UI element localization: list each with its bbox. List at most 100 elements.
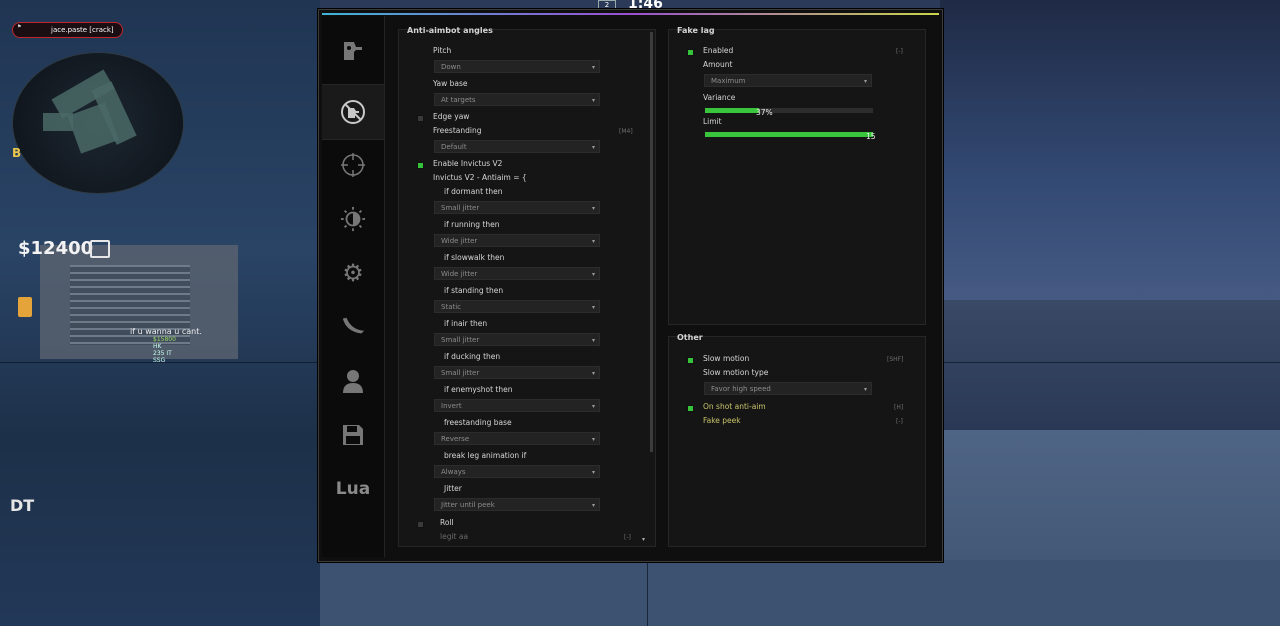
slow-motion-hotkey[interactable]: [SHF] — [887, 356, 903, 363]
players-icon — [340, 368, 366, 394]
fake-peek-hotkey[interactable]: [-] — [896, 418, 903, 425]
pitch-dropdown[interactable]: Down — [434, 60, 600, 74]
condition-dropdown[interactable]: Static — [434, 300, 600, 314]
tab-players[interactable] — [322, 354, 384, 408]
chat-message: if u wanna u cant. — [130, 327, 202, 336]
clan-tag-icon: ⚑ — [17, 24, 22, 30]
condition-label: if inair then — [444, 319, 488, 328]
player-name: jace.paste [crack] — [51, 26, 114, 34]
stat-health: 235 IT — [153, 350, 172, 357]
freestanding-hotkey[interactable]: [M4] — [619, 128, 633, 135]
edge-yaw-label: Edge yaw — [433, 112, 470, 121]
condition-dropdown[interactable]: Wide jitter — [434, 267, 600, 281]
variance-value: 37% — [756, 108, 773, 117]
condition-label: if slowwalk then — [444, 253, 505, 262]
lua-tab-label: Lua — [335, 479, 371, 499]
fakelag-enabled-checkbox[interactable] — [687, 49, 694, 56]
game-background-wall — [940, 300, 1280, 430]
condition-label: Jitter — [444, 484, 462, 493]
amount-dropdown[interactable]: Maximum — [704, 74, 872, 88]
tab-lua[interactable]: Lua — [322, 462, 384, 516]
other-title: Other — [677, 333, 703, 342]
doubletap-indicator: DT — [10, 496, 35, 515]
buy-cart-icon — [90, 240, 110, 258]
slow-motion-label: Slow motion — [703, 354, 750, 363]
misc-gears-icon: ⚙ — [342, 259, 364, 287]
on-shot-aa-checkbox[interactable] — [687, 405, 694, 412]
game-background-ground — [320, 560, 1280, 626]
slow-motion-type-dropdown[interactable]: Favor high speed — [704, 382, 872, 396]
crosshair-vertical — [647, 555, 648, 626]
antiaim-scrollbar[interactable] — [650, 32, 653, 452]
limit-label: Limit — [703, 117, 722, 126]
tab-config[interactable] — [322, 408, 384, 462]
knife-skins-icon — [340, 314, 366, 340]
config-save-icon — [340, 422, 366, 448]
roll-checkbox[interactable] — [417, 521, 424, 528]
money-counter: $12400 — [18, 238, 94, 259]
fakelag-enabled-label: Enabled — [703, 46, 734, 55]
condition-dropdown[interactable]: Jitter until peek — [434, 498, 600, 512]
anti-aim-icon — [340, 99, 366, 125]
bomb-icon — [18, 297, 32, 317]
condition-dropdown[interactable]: Small jitter — [434, 333, 600, 347]
condition-dropdown[interactable]: Small jitter — [434, 366, 600, 380]
condition-label: if standing then — [444, 286, 504, 295]
menu-accent-bar — [322, 13, 939, 15]
cheat-menu-window[interactable]: ⚙ Lua Anti-aimbot angles Pitch Down Yaw … — [318, 9, 943, 562]
slow-motion-type-label: Slow motion type — [703, 368, 769, 377]
player-stats: $15800 HK 235 IT SSG — [153, 336, 176, 364]
condition-dropdown[interactable]: Always — [434, 465, 600, 479]
pitch-label: Pitch — [433, 46, 452, 55]
on-shot-aa-label: On shot anti-aim — [703, 402, 766, 411]
freestanding-label: Freestanding — [433, 126, 482, 135]
limit-value: 15 — [866, 132, 876, 141]
tab-legit[interactable] — [322, 138, 384, 192]
crosshair-icon — [340, 152, 366, 178]
antiaim-title: Anti-aimbot angles — [407, 26, 493, 35]
condition-label: if running then — [444, 220, 500, 229]
stat-money: $15800 — [153, 336, 176, 343]
amount-label: Amount — [703, 60, 733, 69]
enable-invictus-label: Enable Invictus V2 — [433, 159, 503, 168]
freestanding-dropdown[interactable]: Default — [434, 140, 600, 154]
condition-dropdown[interactable]: Small jitter — [434, 201, 600, 215]
radar-minimap — [12, 52, 184, 194]
tab-rage[interactable] — [322, 24, 384, 78]
scroll-down-icon[interactable]: ▾ — [642, 536, 645, 543]
legit-aa-hotkey[interactable]: [-] — [624, 534, 631, 541]
stat-weapon: SSG — [153, 357, 166, 364]
tab-anti-aim[interactable] — [322, 84, 384, 140]
tab-skins[interactable] — [322, 300, 384, 354]
variance-fill — [705, 108, 759, 113]
condition-label: if enemyshot then — [444, 385, 513, 394]
player-nameplate: ⚑ jace.paste [crack] — [12, 22, 123, 38]
fake-peek-label: Fake peek — [703, 416, 741, 425]
condition-dropdown[interactable]: Reverse — [434, 432, 600, 446]
yaw-base-dropdown[interactable]: At targets — [434, 93, 600, 107]
bombsite-label: B — [12, 146, 22, 160]
roll-label: Roll — [440, 518, 454, 527]
condition-dropdown[interactable]: Invert — [434, 399, 600, 413]
fakelag-enabled-hotkey[interactable]: [-] — [896, 48, 903, 55]
slow-motion-checkbox[interactable] — [687, 357, 694, 364]
fakelag-title: Fake lag — [677, 26, 715, 35]
limit-fill — [705, 132, 873, 137]
condition-label: freestanding base — [444, 418, 512, 427]
condition-dropdown[interactable]: Wide jitter — [434, 234, 600, 248]
game-background-sky — [940, 0, 1280, 330]
stat-hk: HK — [153, 343, 162, 350]
variance-slider[interactable] — [704, 107, 874, 114]
menu-sidebar: ⚙ Lua — [322, 16, 385, 557]
enable-invictus-checkbox[interactable] — [417, 162, 424, 169]
legit-aa-label: legit aa — [440, 532, 469, 541]
rage-head-icon — [340, 38, 366, 64]
limit-slider[interactable] — [704, 131, 874, 138]
tab-misc[interactable]: ⚙ — [322, 246, 384, 300]
variance-label: Variance — [703, 93, 736, 102]
on-shot-aa-hotkey[interactable]: [H] — [894, 404, 903, 411]
yaw-base-label: Yaw base — [433, 79, 468, 88]
visuals-sun-icon — [340, 206, 366, 232]
tab-visuals[interactable] — [322, 192, 384, 246]
edge-yaw-checkbox[interactable] — [417, 115, 424, 122]
